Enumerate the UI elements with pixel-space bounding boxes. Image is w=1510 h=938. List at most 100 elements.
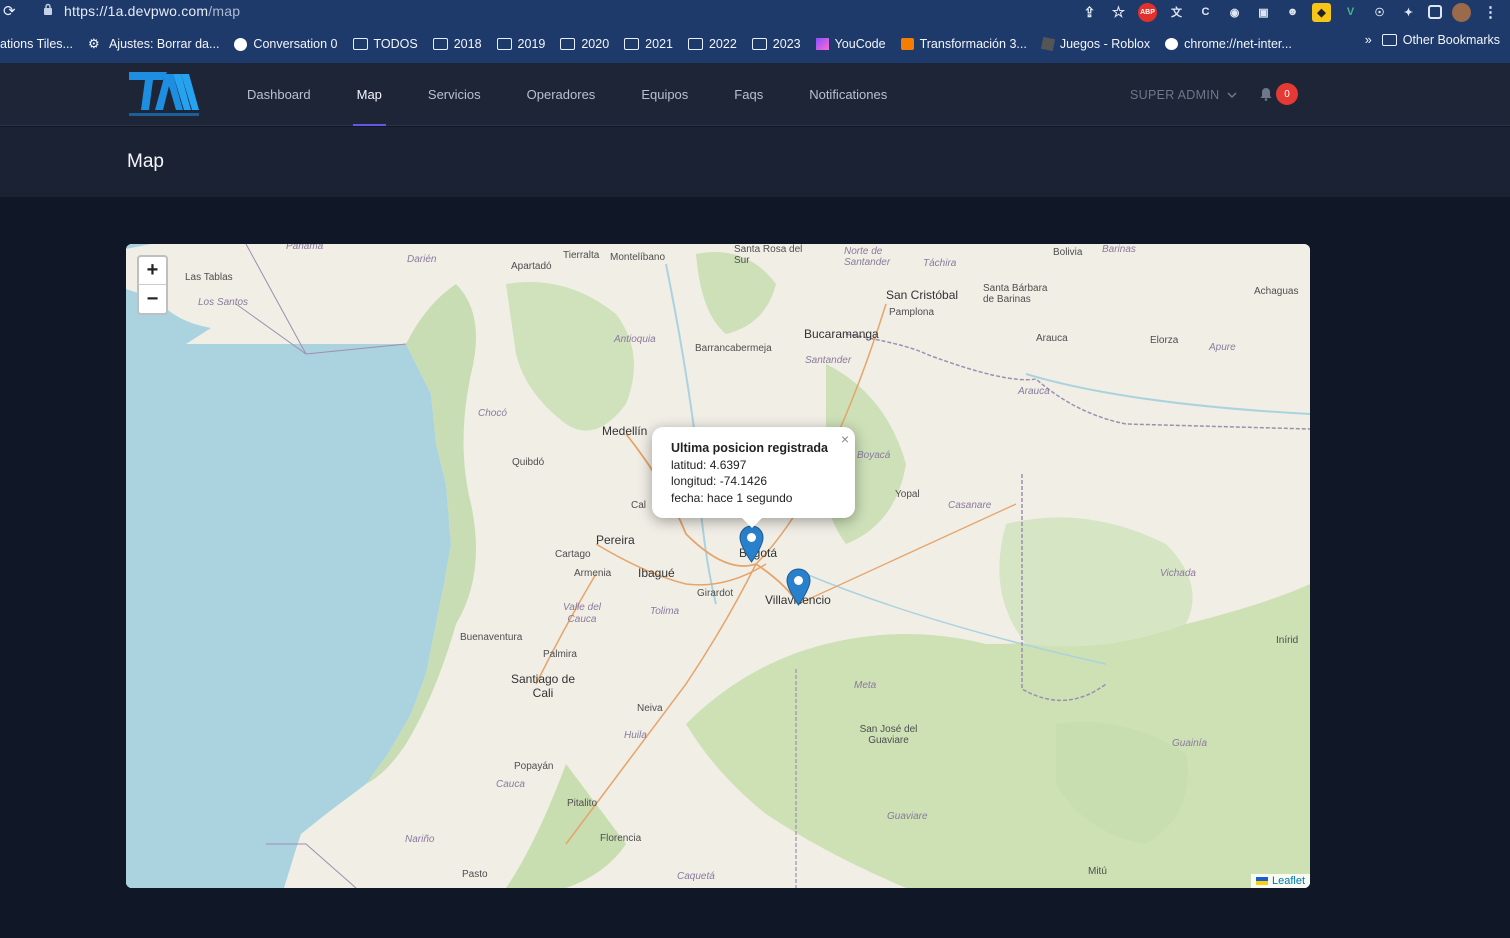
share-icon[interactable]: ⇪	[1080, 3, 1099, 22]
map-label: Bolivia	[1053, 247, 1083, 258]
bookmark-item[interactable]: YouCode	[815, 37, 901, 51]
kebab-menu-icon[interactable]: ⋮	[1481, 3, 1500, 22]
map-label: Barrancabermeja	[695, 343, 772, 354]
map-label: Nariño	[405, 834, 435, 845]
url-path: /map	[208, 3, 241, 19]
map-label: Pitalito	[567, 798, 598, 809]
other-bookmarks[interactable]: Other Bookmarks	[1381, 33, 1500, 47]
user-name: SUPER ADMIN	[1130, 87, 1220, 102]
nav-operadores[interactable]: Operadores	[527, 63, 596, 126]
bookmark-item[interactable]: ⚙ Ajustes: Borrar da...	[88, 37, 234, 51]
map-label: Chocó	[478, 408, 507, 419]
bookmark-folder[interactable]: 2019	[496, 37, 561, 51]
folder-icon	[1381, 34, 1397, 46]
nav-notificaciones[interactable]: Notificationes	[809, 63, 887, 126]
url-host: https://1a.devpwo.com	[64, 3, 209, 19]
profile-avatar[interactable]	[1452, 2, 1471, 22]
address-bar-row: ⟳ https://1a.devpwo.com/map ⇪ ☆ ABP 文 C …	[0, 0, 1510, 24]
bookmark-item[interactable]: Transformación 3...	[900, 37, 1042, 51]
nav-equipos[interactable]: Equipos	[641, 63, 688, 126]
bookmarks-more-chevron[interactable]: »	[1365, 33, 1372, 47]
url-field[interactable]: https://1a.devpwo.com/map	[64, 3, 240, 19]
star-icon[interactable]: ☆	[1109, 3, 1128, 22]
browser-toolbar: ⟳ https://1a.devpwo.com/map ⇪ ☆ ABP 文 C …	[0, 0, 1510, 63]
reload-icon[interactable]: ⟳	[3, 2, 16, 20]
map-label: Táchira	[923, 258, 957, 269]
nav-servicios[interactable]: Servicios	[428, 63, 481, 126]
bookmark-item[interactable]: Conversation 0	[234, 37, 352, 51]
sidebar-icon[interactable]	[1428, 5, 1442, 19]
bookmark-folder[interactable]: 2018	[432, 37, 497, 51]
map-label: Arauca	[1018, 386, 1050, 397]
map-tiles[interactable]	[126, 244, 1310, 888]
vue-devtools-icon[interactable]: V	[1341, 3, 1360, 22]
lock-icon	[44, 3, 52, 15]
extension-globe-icon[interactable]: ◉	[1225, 3, 1244, 22]
map-label: Cal	[631, 500, 647, 511]
compass-icon[interactable]: ☉	[1370, 3, 1389, 22]
gear-icon: ⚙	[87, 36, 100, 51]
chrome-icon	[1165, 38, 1179, 50]
bookmark-item[interactable]: Juegos - Roblox	[1040, 36, 1165, 52]
map-label: Vichada	[1160, 568, 1196, 579]
popup-latitude: latitud: 4.6397	[671, 457, 747, 472]
nav-dashboard[interactable]: Dashboard	[247, 63, 311, 126]
bookmark-item[interactable]: chrome://net-inter...	[1165, 37, 1307, 51]
notification-count-badge[interactable]: 0	[1276, 83, 1298, 105]
map-label: Buenaventura	[460, 632, 523, 643]
map-container[interactable]: Panamá Darién Apartadó Tierralta Montelí…	[126, 244, 1310, 888]
app-navbar: Dashboard Map Servicios Operadores Equip…	[0, 63, 1510, 126]
map-label: Valle del Cauca	[563, 602, 601, 625]
bell-icon[interactable]	[1260, 87, 1272, 101]
map-label: Antioquia	[614, 334, 656, 345]
adblock-icon[interactable]: ABP	[1138, 2, 1157, 22]
map-label: Casanare	[948, 500, 992, 511]
translate-icon[interactable]: 文	[1167, 3, 1186, 22]
bookmark-folder[interactable]: 2020	[560, 37, 624, 51]
map-marker-bogota[interactable]	[739, 525, 764, 563]
puzzle-icon[interactable]: ✦	[1399, 3, 1418, 22]
blogger-icon	[900, 38, 914, 50]
map-label: Santa Bárbara de Barinas	[983, 283, 1048, 305]
extension-yellow-icon[interactable]: ◆	[1312, 2, 1331, 22]
map-label: San Cristóbal	[886, 288, 959, 302]
map-label: Boyacá	[857, 450, 891, 461]
map-label: Los Santos	[198, 297, 249, 308]
bookmark-item[interactable]: ations Tiles...	[0, 37, 88, 51]
map-label: Girardot	[697, 588, 734, 599]
nav-map[interactable]: Map	[352, 63, 387, 126]
extension-icons: ⇪ ☆ ABP 文 C ◉ ▣ ☻ ◆ V ☉ ✦ ⋮	[1080, 1, 1500, 23]
popup-title: Ultima posicion registrada	[671, 441, 828, 455]
map-label: Huila	[624, 730, 647, 741]
folder-icon	[560, 38, 576, 50]
leaflet-link[interactable]: Leaflet	[1272, 875, 1305, 887]
extension-person-icon[interactable]: ☻	[1283, 3, 1302, 22]
folder-icon	[751, 38, 767, 50]
map-label: Barinas	[1102, 244, 1136, 255]
extension-c-icon[interactable]: C	[1196, 3, 1215, 22]
map-label: Pasto	[462, 869, 488, 880]
map-label: Bucaramanga	[804, 327, 879, 341]
map-label: Arauca	[1036, 333, 1068, 344]
folder-icon	[432, 38, 448, 50]
folder-icon	[352, 38, 368, 50]
user-menu[interactable]: SUPER ADMIN	[1130, 63, 1237, 126]
popup-close-button[interactable]: ×	[841, 431, 849, 448]
map-label: Santander	[805, 355, 852, 366]
zoom-in-button[interactable]: +	[139, 257, 166, 285]
bookmark-folder[interactable]: 2021	[624, 37, 688, 51]
popup-date: fecha: hace 1 segundo	[671, 490, 793, 505]
company-logo[interactable]	[127, 70, 201, 118]
bookmark-folder[interactable]: TODOS	[352, 37, 433, 51]
main-nav: Dashboard Map Servicios Operadores Equip…	[247, 63, 933, 126]
bookmarks-overflow: » Other Bookmarks	[1365, 33, 1500, 47]
map-label: Ibagué	[638, 566, 675, 580]
extension-doc-icon[interactable]: ▣	[1254, 3, 1273, 22]
zoom-out-button[interactable]: −	[139, 285, 166, 313]
map-marker-villavicencio[interactable]	[786, 568, 811, 606]
map-label: Neiva	[637, 703, 663, 714]
bookmark-folder[interactable]: 2023	[751, 37, 816, 51]
nav-faqs[interactable]: Faqs	[734, 63, 763, 126]
bookmark-folder[interactable]: 2022	[687, 37, 752, 51]
map-label: Guainía	[1172, 738, 1208, 749]
